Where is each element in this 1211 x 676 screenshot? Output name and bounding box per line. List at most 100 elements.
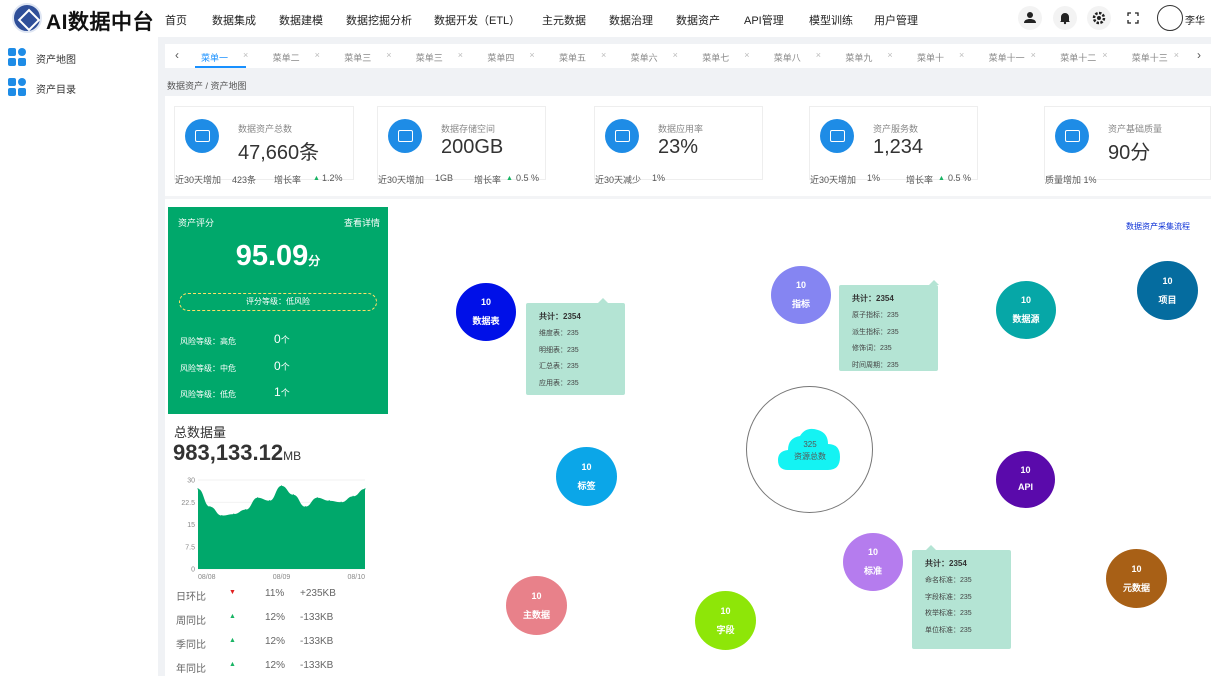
kpi-footer-text: 423条 xyxy=(232,175,257,185)
node-project[interactable]: 10 项目 xyxy=(1137,261,1198,320)
nav-data-integration[interactable]: 数据集成 xyxy=(212,12,256,28)
tab-menu-6[interactable]: 菜单五 × xyxy=(543,44,614,68)
kpi-divider xyxy=(165,196,1211,199)
close-icon[interactable]: × xyxy=(458,50,463,60)
nav-model-training[interactable]: 模型训练 xyxy=(809,12,853,28)
kpi-label: 数据存储空间 xyxy=(441,124,496,134)
kpi-card: 数据应用率 23% xyxy=(594,106,763,180)
node-metric[interactable]: 10 指标 xyxy=(771,266,831,324)
close-icon[interactable]: × xyxy=(601,50,606,60)
tooltip-row: 修饰词：235 xyxy=(852,345,892,352)
tooltip-card: 共计：2354 维度表：235 明细表：235 汇总表：235 应用表：235 xyxy=(526,298,625,395)
kpi-card: 数据资产总数 47,660条 xyxy=(174,106,354,180)
kpi-value: 47,660条 xyxy=(238,142,320,164)
nav-master-meta[interactable]: 主元数据 xyxy=(542,12,586,28)
wallet-icon xyxy=(1055,119,1089,153)
tab-menu-5[interactable]: 菜单四 × xyxy=(471,44,542,68)
close-icon[interactable]: × xyxy=(816,50,821,60)
nav-api[interactable]: API管理 xyxy=(744,12,784,28)
sidebar-item-asset-map[interactable]: 资产地图 xyxy=(0,42,158,72)
close-icon[interactable]: × xyxy=(243,50,248,60)
gear-icon[interactable] xyxy=(1087,6,1111,30)
avatar[interactable] xyxy=(1157,5,1183,31)
tab-menu-8[interactable]: 菜单七 × xyxy=(686,44,757,68)
nav-data-assets[interactable]: 数据资产 xyxy=(676,12,720,28)
tooltip-row: 枚举标准：235 xyxy=(925,610,972,617)
close-icon[interactable]: × xyxy=(1031,50,1036,60)
kpi-label: 资产基础质量 xyxy=(1108,124,1163,134)
node-count: 10 xyxy=(531,590,542,601)
fullscreen-icon[interactable] xyxy=(1121,6,1145,30)
node-datasource[interactable]: 10 数据源 xyxy=(996,281,1056,339)
tab-label: 菜单十 xyxy=(917,53,945,63)
tab-prev-button[interactable]: ‹ xyxy=(175,48,179,62)
close-icon[interactable]: × xyxy=(1174,50,1179,60)
tab-menu-9[interactable]: 菜单八 × xyxy=(758,44,829,68)
tooltip-total: 共计：2354 xyxy=(925,559,967,568)
node-masterdata[interactable]: 10 主数据 xyxy=(506,576,567,635)
close-icon[interactable]: × xyxy=(887,50,892,60)
view-details-link[interactable]: 查看详情 xyxy=(344,216,380,229)
tab-label: 菜单二 xyxy=(272,53,300,63)
tab-label: 菜单四 xyxy=(487,53,515,63)
resource-total-value: 325 xyxy=(803,440,817,449)
close-icon[interactable]: × xyxy=(1102,50,1107,60)
tab-menu-1[interactable]: 菜单一 × xyxy=(185,44,256,68)
close-icon[interactable]: × xyxy=(386,50,391,60)
close-icon[interactable]: × xyxy=(959,50,964,60)
node-field[interactable]: 10 字段 xyxy=(695,591,756,650)
node-metadata[interactable]: 10 元数据 xyxy=(1106,549,1167,608)
asset-collection-flow-link[interactable]: 数据资产采集流程 xyxy=(1126,221,1190,232)
total-data-title: 总数据量 xyxy=(174,425,227,440)
tooltip-row: 维度表：235 xyxy=(539,330,579,337)
total-data-area-chart: 30 22.5 15 7.5 008/08 08/09 08/10 xyxy=(181,478,366,581)
compare-delta: -133KB xyxy=(300,636,334,647)
tab-menu-2[interactable]: 菜单二 × xyxy=(257,44,328,68)
compare-percent: 12% xyxy=(265,612,286,623)
kpi-footer-text: 增长率 xyxy=(274,175,302,185)
tab-menu-10[interactable]: 菜单九 × xyxy=(829,44,900,68)
tab-label: 菜单一 xyxy=(201,53,229,63)
nav-user-management[interactable]: 用户管理 xyxy=(874,12,918,28)
node-tag[interactable]: 10 标签 xyxy=(556,447,617,506)
tab-label: 菜单七 xyxy=(702,53,730,63)
tab-next-button[interactable]: › xyxy=(1197,48,1201,62)
node-standard[interactable]: 10 标准 xyxy=(843,533,903,591)
bell-icon[interactable] xyxy=(1053,6,1077,30)
sidebar-item-label: 资产地图 xyxy=(36,55,76,66)
nav-etl[interactable]: 数据开发（ETL） xyxy=(434,12,520,28)
sidebar-item-label: 资产目录 xyxy=(36,85,76,96)
trend-up-icon: ▲ xyxy=(313,175,320,182)
close-icon[interactable]: × xyxy=(529,50,534,60)
sidebar-item-asset-catalog[interactable]: 资产目录 xyxy=(0,72,158,102)
nav-governance[interactable]: 数据治理 xyxy=(609,12,653,28)
tooltip-total: 共计：2354 xyxy=(852,294,894,303)
kpi-footer-text: 近30天增加 xyxy=(810,175,857,185)
tab-menu-11[interactable]: 菜单十 × xyxy=(901,44,972,68)
data-point xyxy=(364,488,366,490)
nav-home[interactable]: 首页 xyxy=(165,12,187,28)
node-table[interactable]: 10 数据表 xyxy=(456,283,516,341)
trend-up-icon: ▲ xyxy=(229,661,236,668)
tab-menu-3[interactable]: 菜单三 × xyxy=(328,44,399,68)
close-icon[interactable]: × xyxy=(315,50,320,60)
compare-label: 季同比 xyxy=(176,640,206,651)
nav-data-mining[interactable]: 数据挖掘分析 xyxy=(346,12,412,28)
tab-menu-7[interactable]: 菜单六 × xyxy=(615,44,686,68)
close-icon[interactable]: × xyxy=(744,50,749,60)
node-label: 项目 xyxy=(1158,294,1177,305)
compare-label: 周同比 xyxy=(176,616,206,627)
node-label: 主数据 xyxy=(522,609,550,620)
node-count: 10 xyxy=(1020,295,1031,305)
tab-menu-12[interactable]: 菜单十一 × xyxy=(973,44,1044,68)
tab-menu-13[interactable]: 菜单十二 × xyxy=(1044,44,1115,68)
node-label: 指标 xyxy=(791,299,810,309)
tab-menu-14[interactable]: 菜单十三 × xyxy=(1116,44,1187,68)
close-icon[interactable]: × xyxy=(673,50,678,60)
user-name[interactable]: 李华 xyxy=(1185,12,1205,27)
node-api[interactable]: 10 API xyxy=(996,451,1055,508)
data-point xyxy=(245,509,247,511)
nav-data-modeling[interactable]: 数据建模 xyxy=(279,12,323,28)
tab-menu-4[interactable]: 菜单三 × xyxy=(400,44,471,68)
user-icon[interactable] xyxy=(1018,6,1042,30)
